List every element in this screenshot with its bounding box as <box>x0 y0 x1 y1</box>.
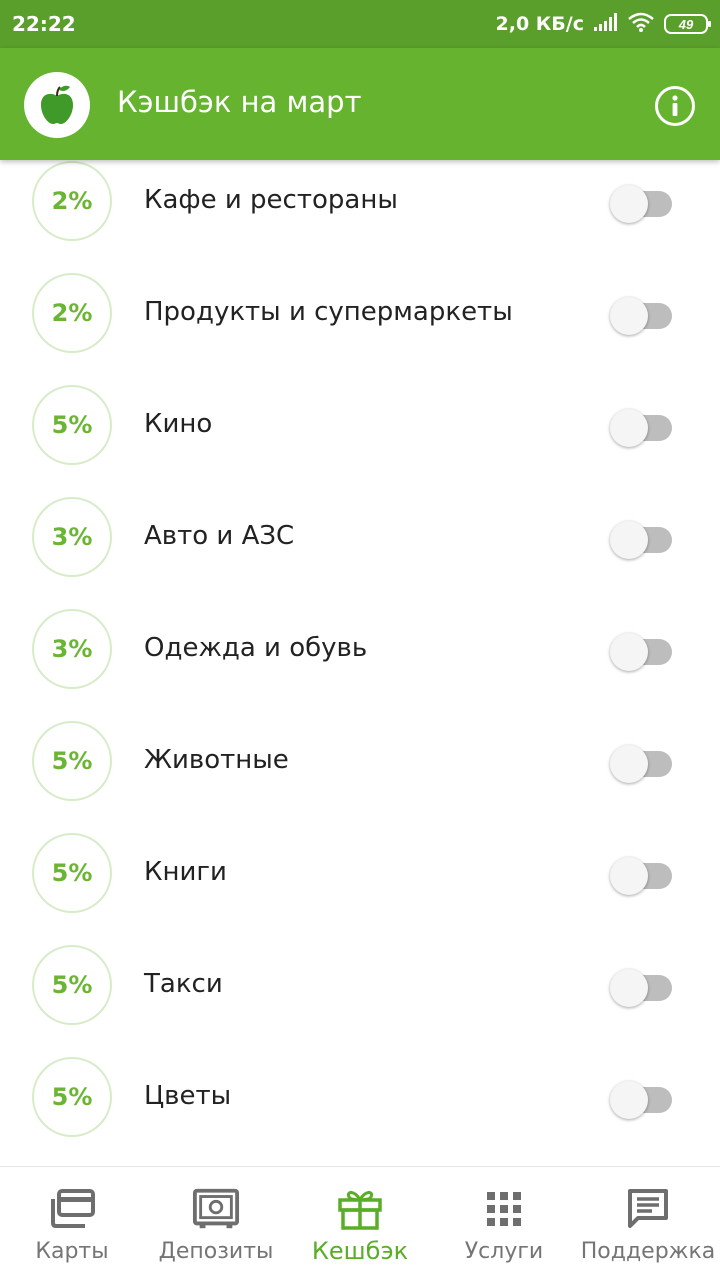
nav-item-cards[interactable]: Карты <box>0 1167 144 1280</box>
category-label: Книги <box>144 857 227 887</box>
status-right: 2,0 КБ/с 49 <box>495 12 711 37</box>
list-item[interactable]: 3% Авто и АЗС <box>0 481 720 593</box>
bottom-nav: Карты Депозиты Кешбэк Услуги Поддержка <box>0 1166 720 1280</box>
category-toggle[interactable] <box>610 521 674 559</box>
status-time: 22:22 <box>12 12 76 36</box>
page-title: Кэшбэк на март <box>117 85 362 119</box>
nav-item-deposits[interactable]: Депозиты <box>144 1167 288 1280</box>
nav-label: Услуги <box>464 1239 544 1264</box>
percent-badge: 5% <box>32 721 112 801</box>
network-speed: 2,0 КБ/с <box>495 13 585 35</box>
signal-icon <box>594 12 618 36</box>
cashback-category-list: 2% Кафе и рестораны 2% Продукты и суперм… <box>0 145 720 1153</box>
cards-icon <box>48 1187 96 1231</box>
category-toggle[interactable] <box>610 857 674 895</box>
percent-badge: 5% <box>32 1057 112 1137</box>
list-item[interactable]: 2% Кафе и рестораны <box>0 145 720 257</box>
nav-label: Карты <box>35 1239 109 1264</box>
percent-badge: 5% <box>32 833 112 913</box>
list-item[interactable]: 2% Продукты и супермаркеты <box>0 257 720 369</box>
percent-badge: 5% <box>32 945 112 1025</box>
list-item[interactable]: 5% Книги <box>0 817 720 929</box>
list-item[interactable]: 3% Одежда и обувь <box>0 593 720 705</box>
category-toggle[interactable] <box>610 185 674 223</box>
category-toggle[interactable] <box>610 297 674 335</box>
info-icon <box>672 95 678 116</box>
category-label: Кафе и рестораны <box>144 185 398 215</box>
percent-badge: 2% <box>32 161 112 241</box>
nav-label: Кешбэк <box>311 1237 409 1265</box>
status-bar: 22:22 2,0 КБ/с 49 <box>0 0 720 48</box>
category-label: Цветы <box>144 1081 232 1111</box>
nav-item-services[interactable]: Услуги <box>432 1167 576 1280</box>
percent-badge: 3% <box>32 609 112 689</box>
percent-badge: 2% <box>32 273 112 353</box>
apple-icon <box>24 72 90 138</box>
category-label: Авто и АЗС <box>144 521 295 551</box>
list-item[interactable]: 5% Животные <box>0 705 720 817</box>
category-label: Кино <box>144 409 213 439</box>
app-bar: Кэшбэк на март <box>0 48 720 160</box>
category-label: Одежда и обувь <box>144 633 368 663</box>
info-button[interactable] <box>655 86 695 126</box>
category-toggle[interactable] <box>610 409 674 447</box>
list-item[interactable]: 5% Такси <box>0 929 720 1041</box>
nav-label: Поддержка <box>580 1239 716 1264</box>
category-toggle[interactable] <box>610 1081 674 1119</box>
gift-icon <box>336 1187 384 1231</box>
category-label: Животные <box>144 745 289 775</box>
category-toggle[interactable] <box>610 633 674 671</box>
list-item[interactable]: 5% Кино <box>0 369 720 481</box>
wifi-icon <box>628 12 654 37</box>
grid-icon <box>480 1187 528 1231</box>
list-item[interactable]: 5% Цветы <box>0 1041 720 1153</box>
category-toggle[interactable] <box>610 969 674 1007</box>
screen: 22:22 2,0 КБ/с 49 Кэшбэк на март 2% Кафе… <box>0 0 720 1280</box>
category-label: Продукты и супермаркеты <box>144 297 513 327</box>
category-toggle[interactable] <box>610 745 674 783</box>
percent-badge: 5% <box>32 385 112 465</box>
nav-item-cashback[interactable]: Кешбэк <box>288 1167 432 1280</box>
percent-badge: 3% <box>32 497 112 577</box>
safe-icon <box>192 1187 240 1231</box>
nav-label: Депозиты <box>158 1239 274 1264</box>
chat-icon <box>624 1187 672 1231</box>
category-label: Такси <box>144 969 223 999</box>
battery-icon: 49 <box>664 14 711 34</box>
nav-item-support[interactable]: Поддержка <box>576 1167 720 1280</box>
